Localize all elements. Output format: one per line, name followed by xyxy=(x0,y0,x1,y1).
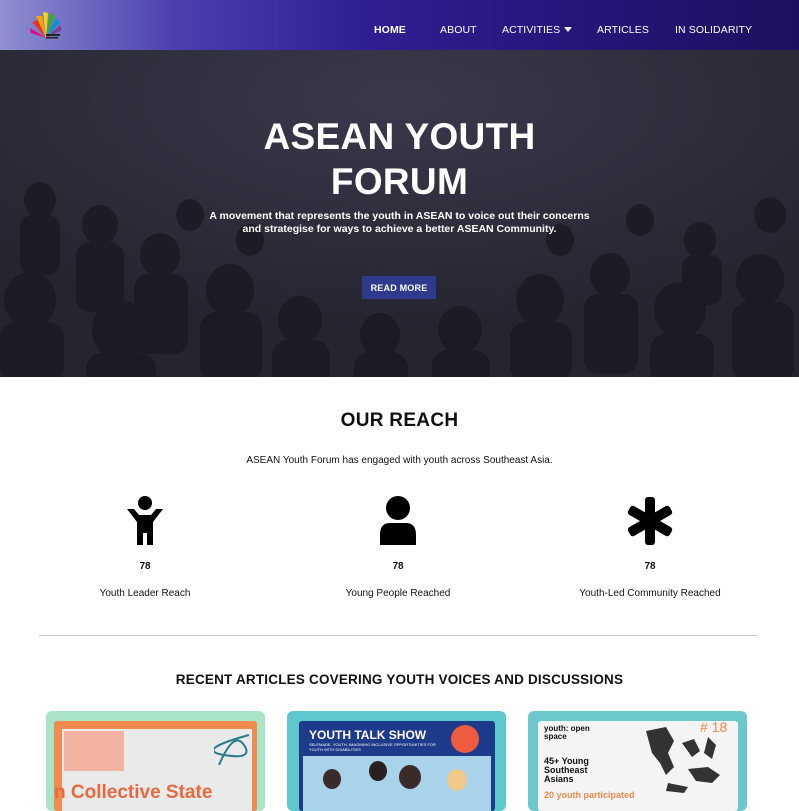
hero-subtitle: A movement that represents the youth in … xyxy=(209,210,590,235)
stat-label: Young People Reached xyxy=(345,588,451,599)
card-line1: 45+ Young Southeast Asians xyxy=(544,756,589,784)
article-card[interactable]: n Collective State xyxy=(46,711,265,811)
nav-home[interactable]: HOME xyxy=(374,24,406,36)
stat-value: 78 xyxy=(644,561,656,572)
asterisk-icon xyxy=(627,497,673,545)
main-nav: HOME ABOUT ACTIVITIES ARTICLES IN SOLIDA… xyxy=(0,0,799,50)
nav-about[interactable]: ABOUT xyxy=(440,24,477,36)
articles-title: RECENT ARTICLES COVERING YOUTH VOICES AN… xyxy=(175,672,624,687)
child-icon xyxy=(127,496,163,545)
hero-title-line2: FORUM xyxy=(330,161,469,202)
nav-activities[interactable]: ACTIVITIES xyxy=(502,24,573,36)
person-avatar xyxy=(447,769,467,791)
stat-value: 78 xyxy=(139,561,151,572)
nav-activities-label: ACTIVITIES xyxy=(502,24,561,36)
card-badge xyxy=(451,725,479,753)
top-navbar: HOME ABOUT ACTIVITIES ARTICLES IN SOLIDA… xyxy=(0,0,799,50)
read-more-button[interactable]: READ MORE xyxy=(362,276,436,299)
person-avatar xyxy=(369,761,387,781)
scribble-decoration-icon xyxy=(214,734,250,766)
southeast-asia-map-icon xyxy=(646,727,720,793)
stat-value: 78 xyxy=(392,561,404,572)
stat-youth-led-community: 78 Youth-Led Community Reached xyxy=(550,495,750,599)
section-divider xyxy=(39,635,758,636)
hero-title: ASEAN YOUTH FORUM xyxy=(0,114,799,204)
reach-subtitle: ASEAN Youth Forum has engaged with youth… xyxy=(246,455,553,466)
hero-title-line1: ASEAN YOUTH xyxy=(263,116,536,157)
card-headline: n Collective State xyxy=(54,782,213,803)
caret-down-icon xyxy=(564,27,573,32)
person-avatar xyxy=(323,769,341,789)
stat-label: Youth Leader Reach xyxy=(99,588,191,599)
card-subheading: SELFMADE, YOUTH, IMAGINING INCLUSIVE OPP… xyxy=(309,742,436,752)
article-card[interactable]: YOUTH TALK SHOW SELFMADE, YOUTH, IMAGINI… xyxy=(287,711,506,811)
hero-banner: ASEAN YOUTH FORUM A movement that represe… xyxy=(0,50,799,377)
stat-youth-leader: 78 Youth Leader Reach xyxy=(45,495,245,599)
stat-young-people: 78 Young People Reached xyxy=(298,495,498,599)
reach-title: OUR REACH xyxy=(340,410,459,431)
person-avatar xyxy=(399,765,421,789)
card-decoration xyxy=(64,731,124,771)
nav-articles[interactable]: ARTICLES xyxy=(597,24,649,36)
card-heading: YOUTH TALK SHOW xyxy=(309,728,427,742)
user-icon xyxy=(380,496,416,545)
stat-label: Youth-Led Community Reached xyxy=(579,588,721,599)
article-card[interactable]: youth: open space # 18 45+ Young Southea… xyxy=(528,711,747,811)
nav-in-solidarity[interactable]: IN SOLIDARITY xyxy=(675,24,752,36)
card-heading: youth: open space xyxy=(544,724,590,741)
